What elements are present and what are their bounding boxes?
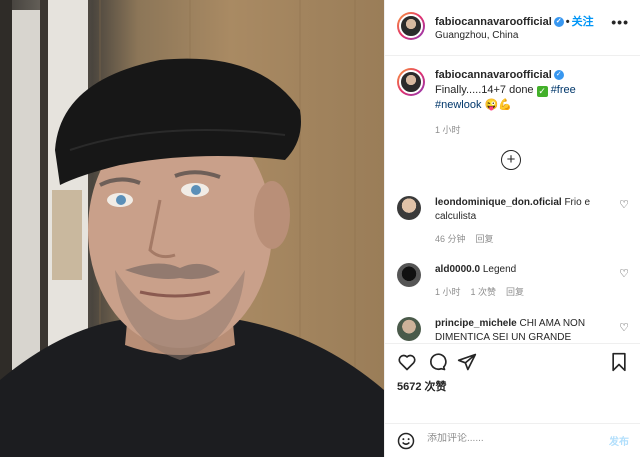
- selfie-image: [0, 0, 384, 457]
- hashtag-newlook[interactable]: #newlook: [435, 99, 481, 111]
- save-bookmark-icon[interactable]: [609, 352, 629, 372]
- comment-like-heart-icon[interactable]: ♡: [619, 198, 629, 211]
- reply-button[interactable]: 回复: [506, 287, 524, 297]
- post-actions: 5672 次赞: [385, 343, 640, 423]
- comment-text: principe_michele CHI AMA NON DIMENTICA S…: [435, 317, 595, 343]
- hashtag-free[interactable]: #free: [551, 84, 576, 96]
- like-heart-icon[interactable]: [397, 352, 417, 372]
- post-photo[interactable]: [0, 0, 384, 457]
- comment-meta: 1 小时 1 次赞 回复: [435, 285, 629, 298]
- comment-bubble-icon[interactable]: [427, 352, 447, 372]
- comment-time: 46 分钟: [435, 234, 466, 244]
- verified-badge-icon: ✓: [553, 17, 564, 28]
- comment-like-heart-icon[interactable]: ♡: [619, 321, 629, 334]
- post-detail-panel: fabiocannavaroofficial ✓ • 关注 Guangzhou, Ch…: [384, 0, 640, 457]
- add-comment-input[interactable]: [427, 433, 587, 444]
- add-comment-bar: 发布: [385, 423, 640, 457]
- caption-text: Finally.....14+7 done: [435, 84, 537, 96]
- reply-button[interactable]: 回复: [476, 234, 494, 244]
- caption-avatar[interactable]: [397, 68, 425, 96]
- comment-meta: 46 分钟 回复: [435, 232, 629, 245]
- author-avatar[interactable]: [397, 12, 425, 40]
- location-link[interactable]: Guangzhou, China: [435, 30, 518, 41]
- check-emoji-icon: ✓: [536, 86, 548, 97]
- comment-username[interactable]: principe_michele: [435, 318, 517, 329]
- caption-emojis: 😜💪: [484, 99, 512, 111]
- author-username[interactable]: fabiocannavaroofficial: [435, 16, 552, 28]
- separator-dot: •: [565, 16, 570, 28]
- caption-time: 1 小时: [435, 125, 461, 135]
- plus-circle-icon[interactable]: +: [501, 150, 521, 170]
- commenter-avatar[interactable]: [397, 317, 421, 341]
- more-options-icon[interactable]: •••: [611, 14, 629, 30]
- author-username-row: fabiocannavaroofficial ✓ • 关注: [435, 13, 594, 29]
- comment-username[interactable]: ald0000.0: [435, 264, 480, 275]
- verified-badge-icon: ✓: [553, 70, 564, 81]
- comment-text: ald0000.0 Legend: [435, 263, 595, 277]
- caption-username[interactable]: fabiocannavaroofficial: [435, 69, 552, 81]
- comment-like-heart-icon[interactable]: ♡: [619, 267, 629, 280]
- caption-body: fabiocannavaroofficial ✓ Finally.....14+7…: [435, 68, 629, 138]
- comment-text: leondominique_don.oficial Frio e calculi…: [435, 196, 595, 224]
- comment-item: ald0000.0 Legend 1 小时 1 次赞 回复 ♡: [397, 263, 629, 298]
- comment-item: principe_michele CHI AMA NON DIMENTICA S…: [397, 317, 629, 343]
- post-comment-button[interactable]: 发布: [609, 433, 629, 448]
- share-paper-plane-icon[interactable]: [457, 352, 477, 372]
- likes-count[interactable]: 5672 次赞: [397, 378, 447, 394]
- follow-button[interactable]: 关注: [572, 16, 594, 28]
- comment-likes[interactable]: 1 次赞: [471, 287, 497, 297]
- commenter-avatar[interactable]: [397, 263, 421, 287]
- comment-item: leondominique_don.oficial Frio e calculi…: [397, 196, 629, 245]
- commenter-avatar[interactable]: [397, 196, 421, 220]
- comment-username[interactable]: leondominique_don.oficial: [435, 197, 562, 208]
- comment-body: Legend: [482, 264, 517, 275]
- emoji-smile-icon[interactable]: [397, 432, 415, 450]
- post-caption: fabiocannavaroofficial ✓ Finally.....14+7…: [385, 56, 640, 138]
- comment-time: 1 小时: [435, 287, 461, 297]
- post-header: fabiocannavaroofficial ✓ • 关注 Guangzhou, Ch…: [385, 0, 640, 56]
